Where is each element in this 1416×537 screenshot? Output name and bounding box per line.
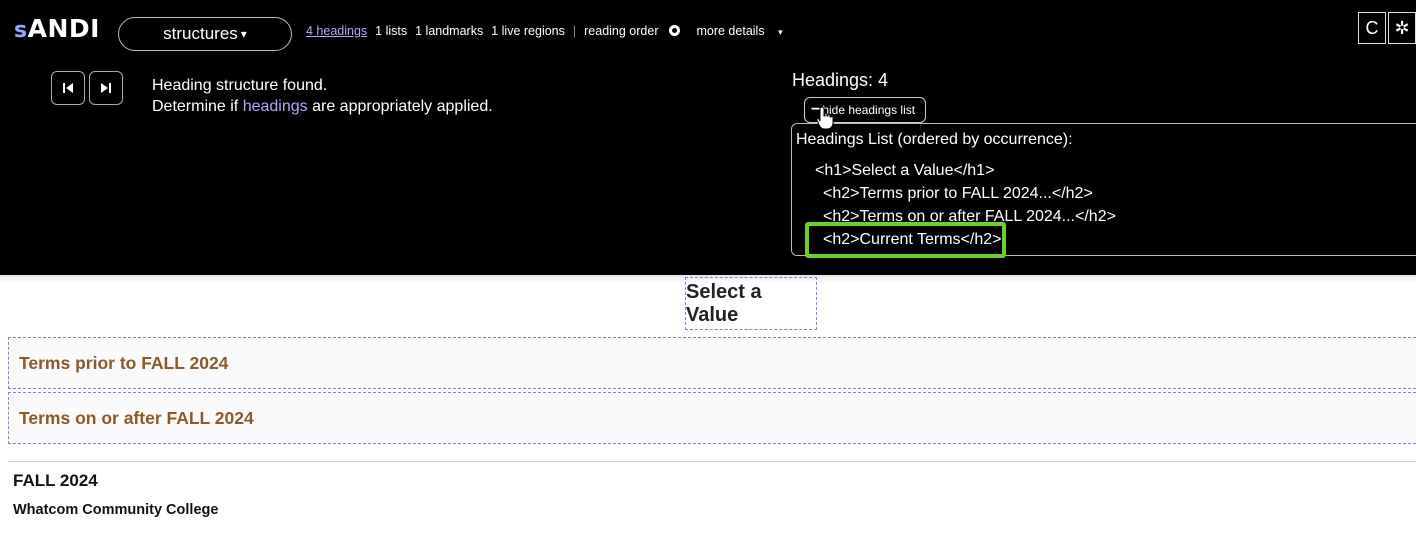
- more-details-button[interactable]: more details ▾: [696, 24, 790, 38]
- heading-list-item[interactable]: <h2>Terms on or after FALL 2024...</h2>: [823, 208, 1116, 226]
- next-element-button[interactable]: [89, 71, 123, 105]
- headings-count: Headings: 4: [792, 70, 889, 90]
- lists-count-link[interactable]: 1 lists: [375, 24, 407, 38]
- output-line-1: Heading structure found.: [152, 77, 328, 94]
- andi-logo: sANDI: [14, 14, 100, 43]
- term-label: FALL 2024: [13, 471, 98, 490]
- hand-cursor-icon: [816, 106, 834, 130]
- heading-list-item[interactable]: <h2>Terms prior to FALL 2024...</h2>: [823, 185, 1093, 203]
- refresh-button[interactable]: C: [1358, 12, 1386, 44]
- headings-help-link[interactable]: headings: [243, 98, 308, 115]
- landmarks-count-link[interactable]: 1 landmarks: [415, 24, 483, 38]
- module-select-label: structures: [163, 24, 238, 43]
- previous-element-button[interactable]: [51, 71, 85, 105]
- skip-previous-icon: [63, 83, 73, 93]
- output-message: Heading structure found. Determine if he…: [152, 75, 493, 117]
- page-title: Select a Value: [685, 277, 817, 330]
- section-header-later-terms[interactable]: Terms on or after FALL 2024: [8, 392, 1416, 444]
- module-select[interactable]: structures ▾: [118, 17, 292, 51]
- college-label: Whatcom Community College: [13, 502, 219, 518]
- gear-icon: ✲: [1394, 17, 1410, 38]
- divider: [8, 461, 1416, 462]
- andi-toolbar: sANDI structures ▾ 4 headings 1 lists 1 l…: [0, 0, 1416, 275]
- reading-order-button[interactable]: reading order: [584, 24, 688, 38]
- element-navigation: [51, 71, 123, 105]
- refresh-icon: C: [1365, 17, 1379, 38]
- output-line-2: Determine if headings are appropriately …: [152, 96, 493, 117]
- live-regions-count-link[interactable]: 1 live regions: [491, 24, 565, 38]
- summary-separator: |: [572, 24, 577, 38]
- reading-order-label: reading order: [584, 24, 659, 38]
- eye-icon: [669, 25, 681, 36]
- logo-prefix: s: [14, 18, 28, 43]
- top-right-controls: C ✲: [1358, 12, 1416, 44]
- page-content: Select a Value Terms prior to FALL 2024 …: [0, 275, 1416, 537]
- heading-list-item[interactable]: <h1>Select a Value</h1>: [815, 162, 994, 180]
- structure-summary: 4 headings 1 lists 1 landmarks 1 live re…: [306, 24, 799, 38]
- output-line-2-suffix: are appropriately applied.: [307, 98, 493, 115]
- logo-main: ANDI: [27, 14, 100, 43]
- section-header-prior-terms[interactable]: Terms prior to FALL 2024: [8, 337, 1416, 389]
- hide-headings-list-label: hide headings list: [822, 103, 916, 117]
- more-details-label: more details: [696, 24, 765, 38]
- headings-list-panel: Headings List (ordered by occurrence): <…: [791, 123, 1416, 256]
- chevron-down-icon: ▾: [240, 27, 247, 41]
- output-line-2-prefix: Determine if: [152, 98, 243, 115]
- skip-next-icon: [101, 83, 111, 93]
- headings-list-title: Headings List (ordered by occurrence):: [796, 131, 1073, 148]
- settings-button[interactable]: ✲: [1388, 12, 1416, 44]
- heading-list-item-current-terms[interactable]: <h2>Current Terms</h2>: [823, 231, 1001, 249]
- headings-count-link[interactable]: 4 headings: [306, 24, 367, 38]
- chevron-down-icon: ▾: [778, 27, 783, 37]
